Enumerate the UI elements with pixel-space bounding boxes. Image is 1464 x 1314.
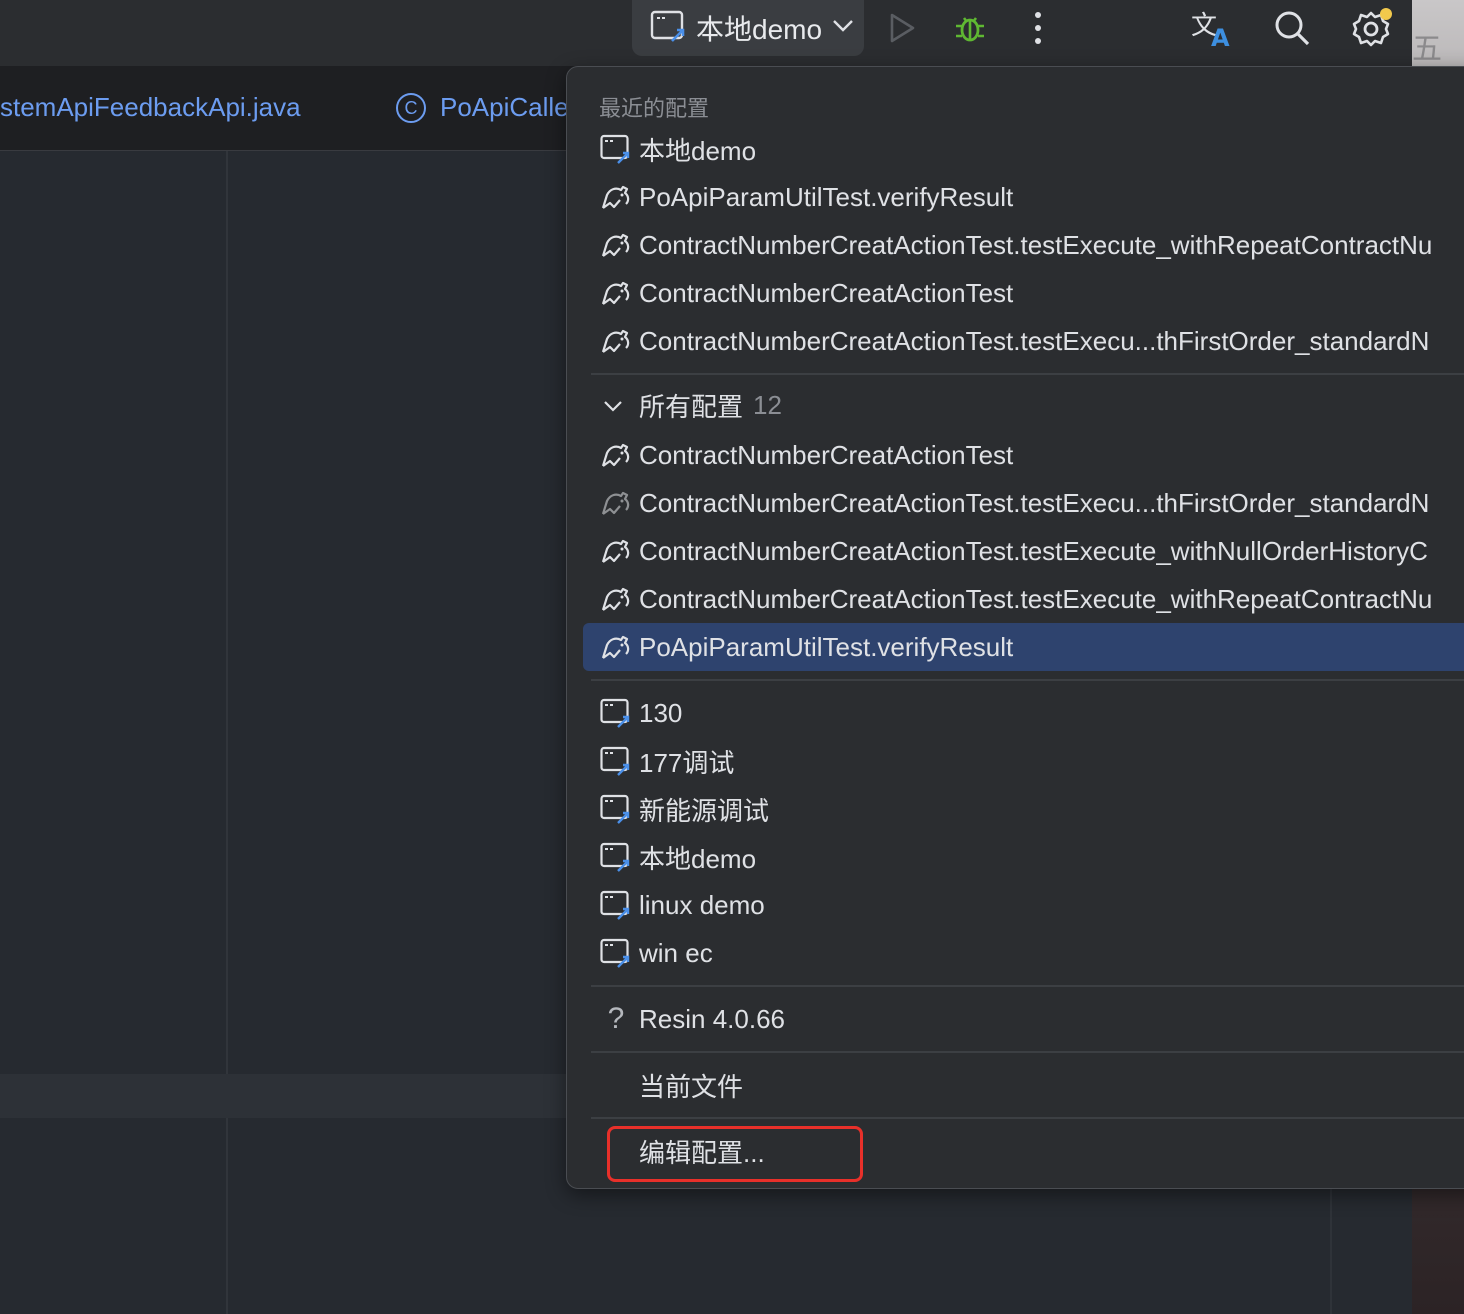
- list-item[interactable]: 130: [583, 689, 1464, 737]
- list-item-resin[interactable]: ? Resin 4.0.66: [583, 995, 1464, 1043]
- item-label: 177调试: [639, 747, 735, 778]
- remote-config-icon: [599, 792, 633, 826]
- recent-configs-title: 最近的配置: [599, 96, 710, 121]
- item-label: ContractNumberCreatActionTest: [639, 277, 1014, 308]
- list-item[interactable]: ContractNumberCreatActionTest.testExecut…: [583, 221, 1464, 269]
- item-label: 新能源调试: [639, 795, 770, 826]
- class-icon: C: [396, 92, 426, 123]
- run-icon[interactable]: [880, 8, 924, 48]
- chevron-down-icon: [832, 19, 854, 38]
- list-item[interactable]: ContractNumberCreatActionTest: [583, 431, 1464, 479]
- remote-config-icon: [599, 744, 633, 778]
- divider: [591, 1117, 1464, 1119]
- tab-label: PoApiCalle: [440, 92, 569, 122]
- item-label: ContractNumberCreatActionTest.testExecut…: [639, 229, 1433, 260]
- list-item[interactable]: ContractNumberCreatActionTest: [583, 269, 1464, 317]
- list-item[interactable]: ContractNumberCreatActionTest.testExecut…: [583, 575, 1464, 623]
- tab-feedback-api[interactable]: stemApiFeedbackApi.java: [0, 92, 301, 123]
- item-label: 130: [639, 697, 683, 728]
- junit-icon: [599, 582, 633, 616]
- junit-icon: [599, 180, 633, 214]
- question-icon: ?: [607, 1002, 625, 1035]
- translate-icon[interactable]: 文A: [1188, 8, 1236, 48]
- item-label: ContractNumberCreatActionTest.testExecut…: [639, 535, 1428, 566]
- all-configs-header[interactable]: 所有配置 12: [601, 387, 782, 424]
- chevron-down-icon: [604, 400, 622, 412]
- remote-config-icon: [599, 840, 633, 874]
- junit-icon: [599, 228, 633, 262]
- item-label: 本地demo: [639, 135, 757, 166]
- settings-icon[interactable]: [1350, 8, 1394, 48]
- item-label: ContractNumberCreatActionTest: [639, 439, 1014, 470]
- item-label: PoApiParamUtilTest.verifyResult: [639, 181, 1014, 212]
- list-item[interactable]: ContractNumberCreatActionTest.testExecut…: [583, 527, 1464, 575]
- item-label: win ec: [639, 937, 713, 968]
- item-label: Resin 4.0.66: [639, 1003, 785, 1034]
- tab-label: stemApiFeedbackApi.java: [0, 92, 301, 122]
- item-label: ContractNumberCreatActionTest.testExecu.…: [639, 487, 1430, 518]
- indent-guide: [226, 151, 228, 1314]
- junit-icon: [599, 324, 633, 358]
- list-item[interactable]: 177调试: [583, 737, 1464, 785]
- debug-icon[interactable]: [948, 8, 992, 48]
- item-label: ContractNumberCreatActionTest.testExecu.…: [639, 325, 1430, 356]
- run-config-selector[interactable]: 本地demo: [632, 0, 864, 56]
- item-label: 本地demo: [639, 843, 757, 874]
- list-item[interactable]: ContractNumberCreatActionTest.testExecu.…: [583, 479, 1464, 527]
- list-item[interactable]: linux demo: [583, 881, 1464, 929]
- divider: [591, 985, 1464, 987]
- run-config-icon: [650, 9, 688, 48]
- junit-icon: [599, 630, 633, 664]
- svg-text:A: A: [1211, 24, 1230, 48]
- tab-po-api-caller[interactable]: C PoApiCalle: [396, 92, 569, 123]
- list-item[interactable]: win ec: [583, 929, 1464, 977]
- item-label: PoApiParamUtilTest.verifyResult: [639, 631, 1014, 662]
- junit-icon: [599, 486, 633, 520]
- all-configs-title: 所有配置: [639, 392, 744, 422]
- remote-config-icon: [599, 936, 633, 970]
- divider: [591, 373, 1464, 375]
- divider: [591, 679, 1464, 681]
- item-label: 当前文件: [639, 1071, 744, 1102]
- more-icon[interactable]: [1016, 8, 1060, 48]
- junit-icon: [599, 534, 633, 568]
- item-label: ContractNumberCreatActionTest.testExecut…: [639, 583, 1433, 614]
- run-config-label: 本地demo: [696, 14, 823, 45]
- run-config-popup: 最近的配置 本地demo PoApiParamUtilTest.verifyRe…: [566, 66, 1464, 1189]
- list-item[interactable]: ContractNumberCreatActionTest.testExecu.…: [583, 317, 1464, 365]
- remote-config-icon: [599, 888, 633, 922]
- junit-icon: [599, 276, 633, 310]
- list-item[interactable]: 本地demo: [583, 125, 1464, 173]
- list-item[interactable]: 本地demo: [583, 833, 1464, 881]
- list-item[interactable]: 新能源调试: [583, 785, 1464, 833]
- blank-icon: [599, 1068, 633, 1102]
- current-file-item[interactable]: 当前文件: [583, 1061, 1464, 1109]
- list-item[interactable]: PoApiParamUtilTest.verifyResult: [583, 173, 1464, 221]
- remote-config-icon: [599, 132, 633, 166]
- item-label: linux demo: [639, 889, 765, 920]
- edge-glyph: 五: [1412, 33, 1442, 66]
- list-item-selected[interactable]: PoApiParamUtilTest.verifyResult: [583, 623, 1464, 671]
- divider: [591, 1051, 1464, 1053]
- remote-config-icon: [599, 696, 633, 730]
- highlight-box: [607, 1126, 863, 1182]
- main-toolbar: 本地demo 文A: [0, 0, 1412, 66]
- junit-icon: [599, 438, 633, 472]
- all-configs-count: 12: [753, 390, 782, 420]
- search-icon[interactable]: [1270, 8, 1314, 48]
